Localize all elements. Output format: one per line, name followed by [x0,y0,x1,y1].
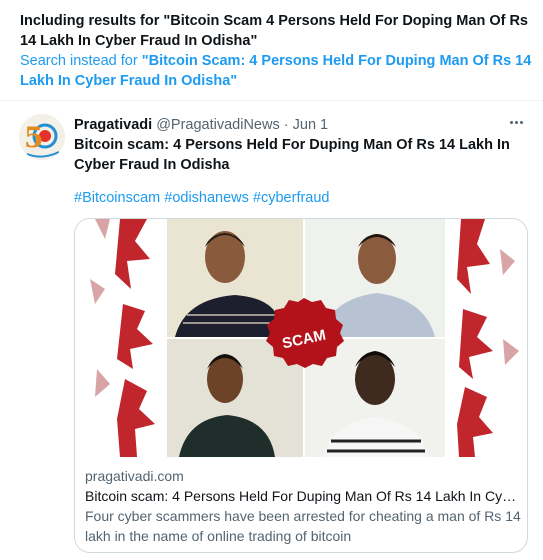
including-results-text: Including results for "Bitcoin Scam 4 Pe… [20,13,528,49]
card-image[interactable]: SCAM [75,219,527,457]
display-name[interactable]: Pragativadi [74,117,152,133]
avatar[interactable]: 5 [19,114,65,160]
search-instead-link[interactable]: Search instead for "Bitcoin Scam: 4 Pers… [20,51,532,91]
divider [0,100,543,101]
more-options-icon[interactable] [505,112,527,132]
card-description: Four cyber scammers have been arrested f… [85,508,521,544]
search-instead-prefix: Search instead for [20,53,142,69]
tweet-text: Bitcoin scam: 4 Persons Held For Duping … [74,137,510,173]
card-meta: pragativadi.com Bitcoin scam: 4 Persons … [85,466,521,546]
card-title[interactable]: Bitcoin scam: 4 Persons Held For Duping … [85,486,521,506]
tweet-header: Pragativadi @PragativadiNews · Jun 1 [74,115,531,135]
svg-text:5: 5 [24,121,43,154]
hashtags-link[interactable]: #Bitcoinscam #odishanews #cyberfraud [74,188,330,208]
separator-dot: · [283,117,289,133]
tweet-date[interactable]: Jun 1 [293,117,328,133]
search-correction-notice: Including results for "Bitcoin Scam 4 Pe… [20,11,532,91]
link-preview-card[interactable]: SCAM pragativadi.com Bitcoin scam: 4 Per… [74,218,528,553]
pragativadi-logo-icon: 5 [19,114,65,160]
user-handle[interactable]: @PragativadiNews [156,117,280,133]
card-domain: pragativadi.com [85,468,184,484]
